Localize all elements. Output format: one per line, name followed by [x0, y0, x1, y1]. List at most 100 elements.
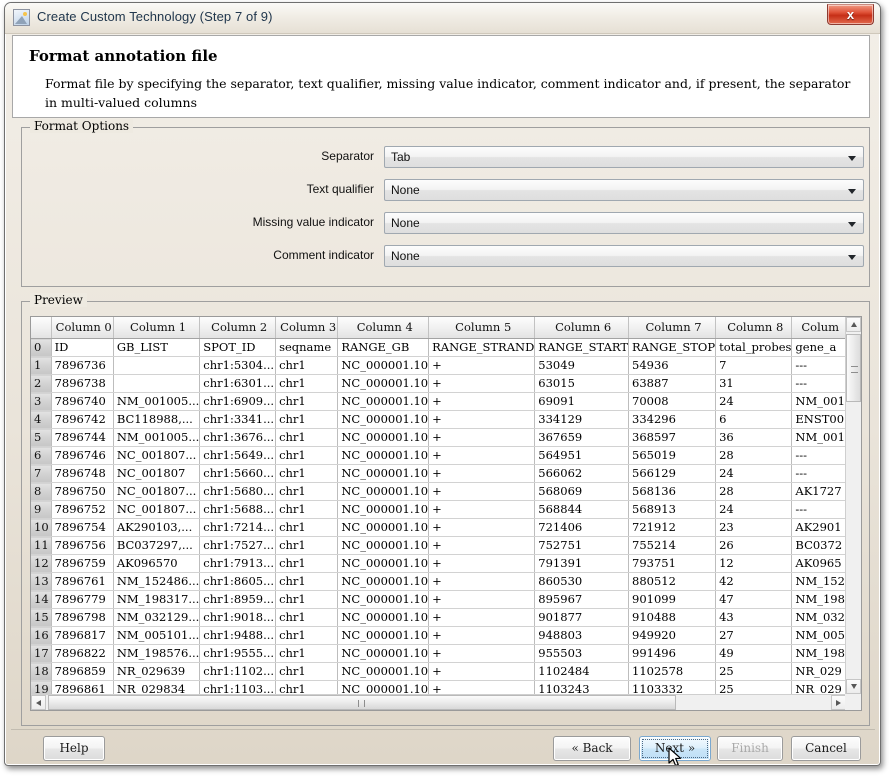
table-cell[interactable]: NM_001 [792, 429, 846, 447]
table-row[interactable]: 67896746NC_001807...chr1:5649...chr1NC_0… [31, 447, 846, 465]
column-header[interactable]: Column 2 [200, 317, 276, 339]
table-cell[interactable]: 7896738 [51, 375, 113, 393]
table-cell[interactable]: 949920 [629, 627, 716, 645]
table-cell[interactable]: 565019 [629, 447, 716, 465]
table-cell[interactable]: NC_001807 [113, 465, 199, 483]
column-header[interactable]: Colum [792, 317, 846, 339]
table-row[interactable]: 177896822NM_198576...chr1:9555...chr1NC_… [31, 645, 846, 663]
table-cell[interactable]: 7896861 [51, 681, 113, 695]
table-cell[interactable]: RANGE_STOP [629, 339, 716, 357]
table-cell[interactable]: --- [792, 465, 846, 483]
table-cell[interactable]: chr1 [276, 645, 338, 663]
table-cell[interactable]: 7896752 [51, 501, 113, 519]
table-cell[interactable]: NC_000001.10 [338, 411, 429, 429]
table-cell[interactable]: NC_000001.10 [338, 519, 429, 537]
table-cell[interactable]: ID [51, 339, 113, 357]
table-row[interactable]: 137896761NM_152486...chr1:8605...chr1NC_… [31, 573, 846, 591]
table-cell[interactable]: 334296 [629, 411, 716, 429]
table-cell[interactable]: NC_000001.10 [338, 357, 429, 375]
table-cell[interactable]: 895967 [535, 591, 629, 609]
row-number[interactable]: 14 [31, 591, 51, 609]
table-row[interactable]: 117896756BC037297,...chr1:7527...chr1NC_… [31, 537, 846, 555]
table-cell[interactable]: NC_000001.10 [338, 483, 429, 501]
table-row[interactable]: 87896750NC_001807...chr1:5680...chr1NC_0… [31, 483, 846, 501]
table-cell[interactable]: 47 [716, 591, 792, 609]
table-cell[interactable]: NM_198 [792, 645, 846, 663]
table-cell[interactable]: chr1:9555... [200, 645, 276, 663]
table-cell[interactable]: NC_000001.10 [338, 573, 429, 591]
table-cell[interactable] [113, 357, 199, 375]
table-cell[interactable]: 7896736 [51, 357, 113, 375]
table-cell[interactable]: 25 [716, 681, 792, 695]
table-cell[interactable]: 25 [716, 663, 792, 681]
table-cell[interactable]: chr1:9018... [200, 609, 276, 627]
table-cell[interactable]: 7896744 [51, 429, 113, 447]
table-cell[interactable]: chr1 [276, 375, 338, 393]
table-row[interactable]: 157896798NM_032129...chr1:9018...chr1NC_… [31, 609, 846, 627]
table-cell[interactable]: NC_000001.10 [338, 663, 429, 681]
table-cell[interactable]: 53049 [535, 357, 629, 375]
table-cell[interactable]: 334129 [535, 411, 629, 429]
table-cell[interactable]: 860530 [535, 573, 629, 591]
table-cell[interactable]: NC_000001.10 [338, 645, 429, 663]
row-number[interactable]: 3 [31, 393, 51, 411]
column-header[interactable]: Column 4 [338, 317, 429, 339]
table-cell[interactable]: 566129 [629, 465, 716, 483]
table-cell[interactable]: chr1:3341... [200, 411, 276, 429]
table-cell[interactable]: 7896754 [51, 519, 113, 537]
table-cell[interactable]: NC_001807... [113, 501, 199, 519]
table-cell[interactable]: 7896822 [51, 645, 113, 663]
table-cell[interactable]: NR_029834 [113, 681, 199, 695]
table-cell[interactable]: chr1 [276, 483, 338, 501]
table-cell[interactable]: BC0372 [792, 537, 846, 555]
table-cell[interactable]: chr1 [276, 519, 338, 537]
table-cell[interactable]: 7896742 [51, 411, 113, 429]
table-cell[interactable]: chr1 [276, 411, 338, 429]
table-cell[interactable]: chr1:1102... [200, 663, 276, 681]
table-cell[interactable]: AK2901 [792, 519, 846, 537]
next-button[interactable]: Next » [639, 736, 711, 761]
table-cell[interactable]: chr1 [276, 681, 338, 695]
table-cell[interactable]: 24 [716, 393, 792, 411]
table-cell[interactable]: + [429, 609, 535, 627]
table-cell[interactable]: NM_005 [792, 627, 846, 645]
table-cell[interactable]: + [429, 429, 535, 447]
table-cell[interactable]: + [429, 357, 535, 375]
table-cell[interactable]: 12 [716, 555, 792, 573]
table-cell[interactable]: 566062 [535, 465, 629, 483]
column-header[interactable]: Column 0 [51, 317, 113, 339]
row-number[interactable]: 1 [31, 357, 51, 375]
table-cell[interactable]: 54936 [629, 357, 716, 375]
table-cell[interactable]: 991496 [629, 645, 716, 663]
table-cell[interactable]: 69091 [535, 393, 629, 411]
close-button[interactable]: x [827, 4, 874, 25]
table-cell[interactable]: 36 [716, 429, 792, 447]
text-qualifier-dropdown[interactable]: None [384, 179, 864, 201]
table-cell[interactable]: 7896740 [51, 393, 113, 411]
table-row[interactable]: 0IDGB_LISTSPOT_IDseqnameRANGE_GBRANGE_ST… [31, 339, 846, 357]
table-cell[interactable]: RANGE_GB [338, 339, 429, 357]
table-cell[interactable]: GB_LIST [113, 339, 199, 357]
table-cell[interactable]: 63015 [535, 375, 629, 393]
table-cell[interactable]: chr1 [276, 591, 338, 609]
row-number[interactable]: 7 [31, 465, 51, 483]
table-cell[interactable]: SPOT_ID [200, 339, 276, 357]
row-number[interactable]: 5 [31, 429, 51, 447]
table-cell[interactable]: 1103243 [535, 681, 629, 695]
table-cell[interactable]: chr1 [276, 663, 338, 681]
table-cell[interactable]: + [429, 573, 535, 591]
table-cell[interactable]: + [429, 393, 535, 411]
table-cell[interactable]: chr1:7527... [200, 537, 276, 555]
help-button[interactable]: Help [43, 736, 105, 761]
table-cell[interactable]: chr1:5649... [200, 447, 276, 465]
table-cell[interactable]: 7896798 [51, 609, 113, 627]
table-cell[interactable]: 49 [716, 645, 792, 663]
table-cell[interactable]: 43 [716, 609, 792, 627]
table-cell[interactable]: NM_001005... [113, 429, 199, 447]
table-cell[interactable]: NC_000001.10 [338, 537, 429, 555]
table-row[interactable]: 127896759AK096570chr1:7913...chr1NC_0000… [31, 555, 846, 573]
table-cell[interactable]: NC_000001.10 [338, 555, 429, 573]
table-cell[interactable]: chr1 [276, 357, 338, 375]
table-cell[interactable]: --- [792, 501, 846, 519]
row-number[interactable]: 4 [31, 411, 51, 429]
